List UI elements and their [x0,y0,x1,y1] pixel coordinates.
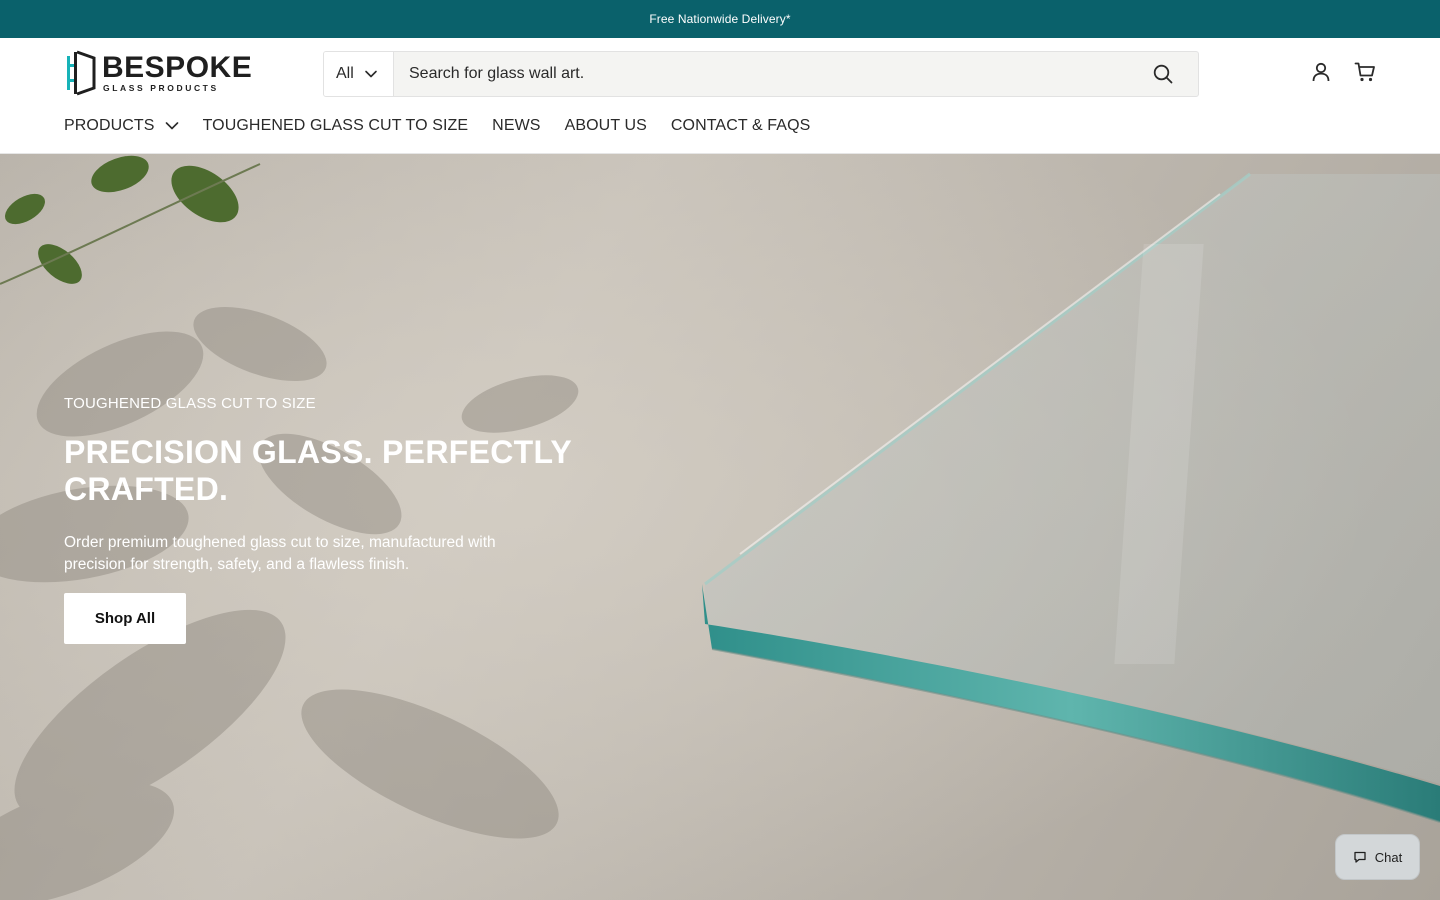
logo-tagline: GLASS PRODUCTS [103,83,219,94]
nav-item-toughened-glass[interactable]: TOUGHENED GLASS CUT TO SIZE [203,117,469,135]
search-icon [1153,64,1173,84]
nav-item-about-us[interactable]: ABOUT US [565,117,647,135]
search-input[interactable] [394,52,1128,96]
nav-item-products[interactable]: PRODUCTS [64,117,179,135]
hero-title: PRECISION GLASS. PERFECTLY CRAFTED. [64,434,572,507]
announcement-bar: Free Nationwide Delivery* [0,0,1440,38]
logo-name: BESPOKE [102,51,253,85]
nav-item-label: NEWS [492,117,541,134]
search-bar: All [323,51,1199,97]
nav-item-label: TOUGHENED GLASS CUT TO SIZE [202,117,469,134]
logo[interactable]: BESPOKE GLASS PRODUCTS [64,50,252,96]
nav-item-contact-faqs[interactable]: CONTACT & FAQS [671,117,811,135]
search-category-select[interactable]: All [324,52,394,96]
hero-banner: TOUGHENED GLASS CUT TO SIZE PRECISION GL… [0,154,1440,900]
nav-item-label: CONTACT & FAQS [670,117,811,134]
chat-label: Chat [1374,849,1403,865]
hero-description: Order premium toughened glass cut to siz… [64,534,496,573]
chevron-down-icon [165,122,178,130]
account-icon [1312,62,1330,82]
chat-button[interactable]: Chat [1335,834,1420,880]
site-header: BESPOKE GLASS PRODUCTS All Search for gl… [0,38,1440,154]
hero-eyebrow: TOUGHENED GLASS CUT TO SIZE [64,395,316,412]
main-nav: PRODUCTS TOUGHENED GLASS CUT TO SIZE NEW… [64,114,810,138]
nav-item-news[interactable]: NEWS [492,117,540,135]
chat-bubble-icon [1354,851,1366,863]
chevron-down-icon [364,70,377,78]
search-category-label: All [336,65,354,82]
logo-mark-icon [67,50,96,96]
announcement-text: Free Nationwide Delivery* [649,12,791,26]
account-button[interactable] [1310,60,1332,84]
search-button[interactable] [1128,52,1198,96]
cart-button[interactable] [1354,60,1376,84]
cart-icon [1354,62,1375,82]
shop-all-button[interactable]: Shop All [64,593,186,644]
hero-content: TOUGHENED GLASS CUT TO SIZE PRECISION GL… [64,395,584,644]
nav-item-label: PRODUCTS [64,117,155,134]
nav-item-label: ABOUT US [564,117,647,134]
